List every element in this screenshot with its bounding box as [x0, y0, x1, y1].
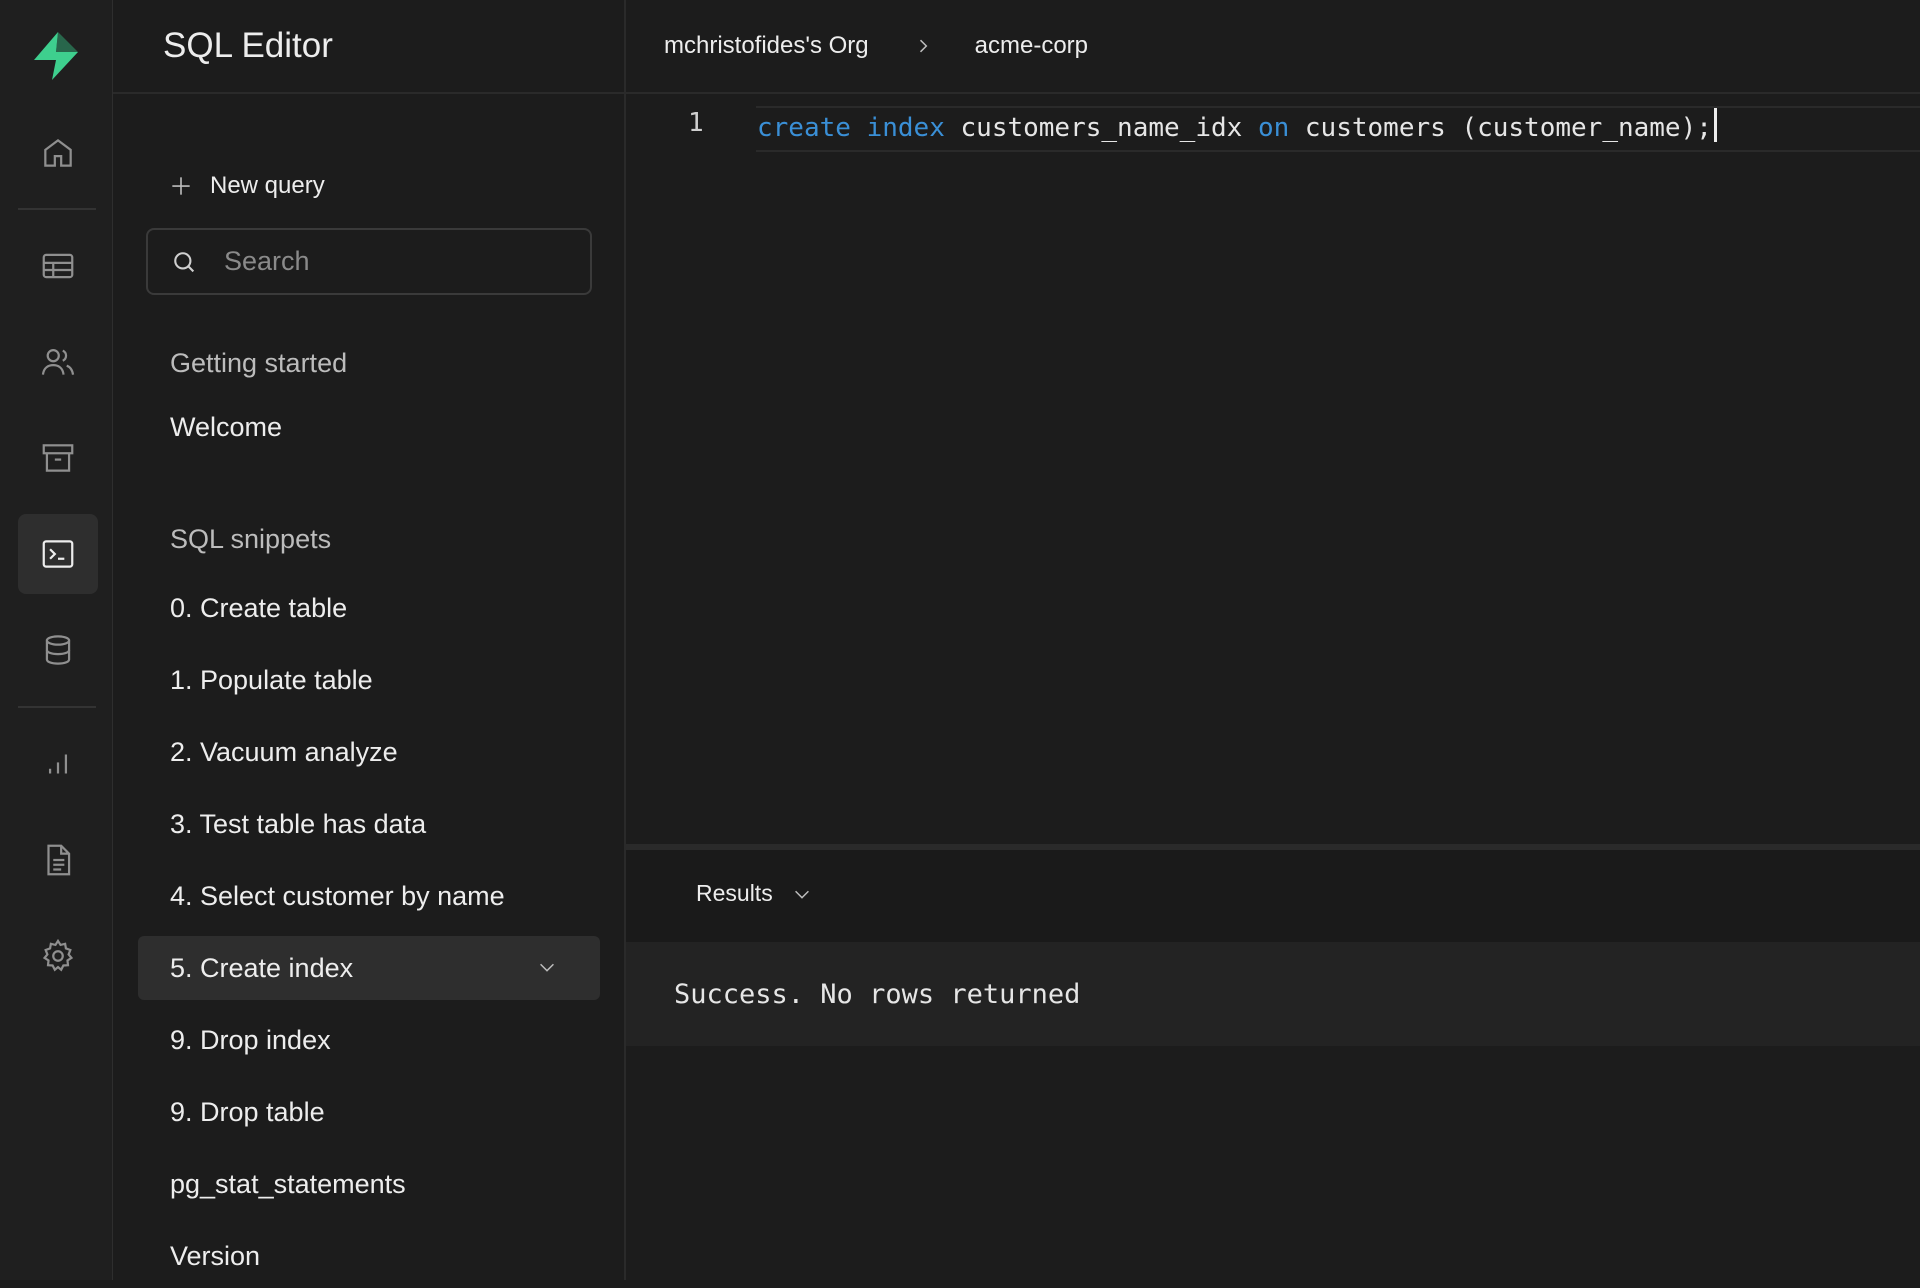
chart-icon — [48, 754, 68, 774]
rail-storage[interactable] — [18, 418, 98, 498]
code-keyword: create — [757, 113, 851, 143]
supabase-logo-icon[interactable] — [28, 30, 84, 82]
page-title: SQL Editor — [163, 26, 333, 65]
code-keyword: index — [866, 113, 945, 143]
terminal-icon — [42, 540, 74, 568]
line-number: 1 — [688, 108, 704, 138]
snippet-item[interactable]: 2. Vacuum analyze — [138, 720, 600, 784]
table-icon — [42, 253, 74, 279]
snippet-item[interactable]: Version — [138, 1224, 600, 1288]
rail-home[interactable] — [18, 113, 98, 193]
snippet-label: 1. Populate table — [170, 664, 373, 695]
snippet-label: Version — [170, 1240, 261, 1271]
snippet-item[interactable]: 9. Drop table — [138, 1080, 600, 1144]
main-panel: mchristofides's Org acme-corp 1 create i… — [626, 0, 1920, 1280]
document-icon — [47, 844, 71, 876]
snippet-item[interactable]: 3. Test table has data — [138, 792, 600, 856]
results-tab-label: Results — [696, 880, 773, 906]
code-identifier: customers_name_idx — [960, 113, 1243, 143]
rail-sql-editor[interactable] — [18, 514, 98, 594]
breadcrumb-project[interactable]: acme-corp — [975, 32, 1088, 60]
rail-reports[interactable] — [18, 724, 98, 804]
snippet-item[interactable]: pg_stat_statements — [138, 1152, 600, 1216]
section-getting-started: Getting started — [170, 348, 348, 378]
search-icon — [174, 251, 195, 272]
snippet-item[interactable]: 4. Select customer by name — [138, 864, 600, 928]
new-query-button[interactable]: New query — [168, 172, 325, 200]
rail-database[interactable] — [18, 610, 98, 690]
search-input[interactable] — [222, 245, 566, 278]
code-identifier: customers (customer_name); — [1304, 113, 1712, 143]
snippet-label: 9. Drop table — [170, 1096, 325, 1127]
section-sql-snippets: SQL snippets — [170, 524, 332, 554]
snippet-label: pg_stat_statements — [170, 1168, 406, 1199]
snippet-label: 4. Select customer by name — [170, 880, 505, 911]
settings-icon — [42, 938, 74, 972]
nav-item-welcome[interactable]: Welcome — [170, 412, 282, 443]
snippet-item[interactable]: 0. Create table — [138, 576, 600, 640]
result-message: Success. No rows returned — [626, 942, 1920, 1046]
chevron-down-icon — [794, 890, 809, 899]
breadcrumb: mchristofides's Org acme-corp — [626, 0, 1920, 94]
chevron-right-icon — [919, 39, 928, 53]
snippet-label: 0. Create table — [170, 592, 348, 623]
rail-settings[interactable] — [18, 916, 98, 996]
snippet-label: 2. Vacuum analyze — [170, 736, 398, 767]
sql-sidebar: SQL Editor New query Getting started Wel… — [113, 0, 626, 1280]
text-cursor — [1713, 108, 1717, 142]
snippet-label: 5. Create index — [170, 952, 354, 983]
snippet-item[interactable]: 9. Drop index — [138, 1008, 600, 1072]
results-empty-area — [626, 1046, 1920, 1280]
code-editor[interactable]: 1 create index customers_name_idx on cus… — [626, 96, 1920, 844]
database-icon — [45, 635, 71, 665]
code-keyword: on — [1257, 113, 1290, 143]
icon-rail — [0, 0, 113, 1280]
users-icon — [41, 349, 75, 375]
rail-authentication[interactable] — [18, 322, 98, 402]
search-box[interactable] — [146, 228, 592, 295]
results-dropdown[interactable]: Results — [696, 880, 813, 907]
chevron-down-icon[interactable] — [536, 956, 558, 978]
home-icon — [44, 138, 72, 167]
breadcrumb-org[interactable]: mchristofides's Org — [664, 32, 869, 60]
snippet-item-active[interactable]: 5. Create index — [138, 936, 600, 1000]
snippet-item[interactable]: 1. Populate table — [138, 648, 600, 712]
plus-icon — [172, 177, 190, 195]
results-header: Results — [626, 850, 1920, 942]
new-query-label: New query — [210, 172, 325, 199]
code-line[interactable]: create index customers_name_idx on custo… — [757, 108, 1717, 143]
rail-separator — [18, 208, 96, 210]
snippet-label: 9. Drop index — [170, 1024, 331, 1055]
rail-docs[interactable] — [18, 820, 98, 900]
snippet-label: 3. Test table has data — [170, 808, 427, 839]
rail-separator — [18, 706, 96, 708]
rail-table-editor[interactable] — [18, 226, 98, 306]
archive-icon — [42, 444, 74, 472]
sidebar-header: SQL Editor — [113, 0, 624, 94]
app-window: SQL Editor New query Getting started Wel… — [0, 0, 1920, 1280]
